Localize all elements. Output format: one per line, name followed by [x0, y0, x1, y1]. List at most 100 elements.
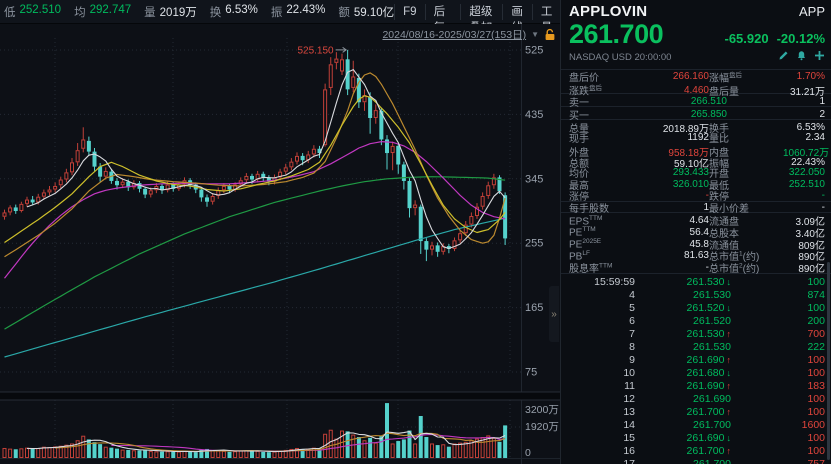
trade-time: 13: [569, 406, 635, 418]
svg-text:345: 345: [525, 173, 543, 185]
trade-volume: 100: [731, 432, 825, 444]
trade-row: 12261.690100: [561, 393, 831, 406]
trade-volume: 757: [731, 458, 825, 464]
stat-label: 额: [338, 4, 350, 20]
toolbar-item-0[interactable]: F9: [394, 4, 424, 20]
unlock-icon[interactable]: [544, 28, 556, 41]
stat-label: 振: [271, 4, 283, 20]
trade-volume: 222: [731, 341, 825, 353]
trade-row: 17261.700757: [561, 458, 831, 464]
trade-time: 9: [569, 354, 635, 366]
quote-value: 4.460: [631, 85, 709, 96]
trade-row: 15261.690↓100: [561, 432, 831, 445]
trade-volume: 100: [731, 276, 825, 288]
panel-collapse-handle[interactable]: »: [549, 286, 559, 342]
quote-row: EPSTTM4.64流通盘3.09亿: [561, 213, 831, 225]
volume-axis-label: 1920万: [525, 421, 559, 433]
date-range-label[interactable]: 2024/08/16-2025/03/27(153日): [382, 27, 526, 42]
stat-value: 292.747: [90, 4, 132, 20]
last-price: 261.700: [569, 19, 663, 50]
header-stat: 振22.43%: [271, 4, 326, 20]
quote-value: 81.63: [631, 250, 709, 261]
pane-splitter[interactable]: [0, 392, 560, 400]
time-and-sales-list[interactable]: 15:59:59261.530↓1004261.5308745261.520↓1…: [561, 273, 831, 464]
plus-icon[interactable]: [814, 48, 825, 66]
trade-price: 261.530↑: [635, 328, 731, 340]
stock-name: APPLOVIN: [569, 3, 647, 20]
trade-time: 15: [569, 432, 635, 444]
svg-text:525: 525: [525, 45, 543, 57]
trade-price: 261.690: [635, 393, 731, 405]
trade-volume: 100: [731, 406, 825, 418]
chevron-down-icon[interactable]: ▼: [531, 30, 539, 39]
quote-row: 外盘958.18万内盘1060.72万: [561, 144, 831, 156]
trade-volume: 874: [731, 289, 825, 301]
quote-row: PETTM56.4总股本3.40亿: [561, 225, 831, 237]
ask-row: 卖一266.5101: [561, 94, 831, 107]
stat-value: 6.53%: [225, 4, 258, 20]
kline-chart-area: 2024/08/16-2025/03/27(153日) ▼ 525.150 525…: [0, 24, 560, 464]
quote-row: PE2025E45.8流通值809亿: [561, 237, 831, 249]
kline-chart[interactable]: 525.150525435345255165753200万1920万0: [0, 24, 560, 464]
panel-scrollbar[interactable]: [827, 262, 830, 460]
price-change: -65.920: [724, 31, 768, 46]
quote-value: 293.433: [631, 167, 709, 178]
quote-label: 每手股数: [569, 200, 631, 215]
quote-value: 56.4: [631, 227, 709, 238]
trade-row: 11261.690↑183: [561, 380, 831, 393]
chart-top-bar: 低252.510均292.747量2019万换6.53%振22.43%额59.1…: [0, 0, 560, 24]
quote-value: -: [783, 202, 825, 213]
stock-ticker: APP: [799, 4, 825, 19]
trade-row: 6261.520200: [561, 315, 831, 328]
toolbar-item-1[interactable]: 后复权: [425, 4, 461, 20]
toolbar-item-4[interactable]: 工具: [532, 4, 562, 20]
toolbar-item-2[interactable]: 超级叠加: [460, 4, 502, 20]
exchange-currency-time: NASDAQ USD 20:00:00: [569, 52, 671, 63]
trade-volume: 183: [731, 380, 825, 392]
trade-price: 261.520: [635, 315, 731, 327]
trade-price: 261.520↓: [635, 302, 731, 314]
trade-time: 7: [569, 328, 635, 340]
quote-value: 326.010: [631, 179, 709, 190]
quote-row: 股息率TTM-总市值2(约)890亿: [561, 260, 831, 272]
toolbar-item-3[interactable]: 画线: [502, 4, 532, 20]
trade-price: 261.690↑: [635, 380, 731, 392]
stat-label: 均: [74, 4, 86, 20]
trade-price: 261.700↑: [635, 406, 731, 418]
stat-label: 低: [4, 4, 16, 20]
quote-value: 4.64: [631, 215, 709, 226]
trade-time: 15:59:59: [569, 276, 635, 288]
bell-icon[interactable]: [796, 48, 807, 66]
quote-row: 现手1192量比2.34: [561, 132, 831, 144]
quote-label: EPSTTM: [569, 215, 631, 227]
trade-volume: 100: [731, 302, 825, 314]
trade-volume: 100: [731, 367, 825, 379]
trade-volume: 100: [731, 393, 825, 405]
pencil-icon[interactable]: [778, 48, 789, 66]
trade-price: 261.530: [635, 341, 731, 353]
trade-volume: 100: [731, 445, 825, 457]
peak-price-label: 525.150: [297, 45, 334, 56]
quote-value: 1192: [631, 132, 709, 143]
trade-time: 11: [569, 380, 635, 392]
quote-label: PE2025E: [569, 238, 631, 250]
quote-value: 266.160: [631, 71, 709, 82]
volume-bars: [3, 403, 507, 458]
trade-price: 261.530: [635, 289, 731, 301]
trade-time: 12: [569, 393, 635, 405]
trade-price: 261.530↓: [635, 276, 731, 288]
trade-row: 16261.700↑100: [561, 445, 831, 458]
trade-row: 4261.530874: [561, 289, 831, 302]
trade-row: 14261.7001600: [561, 419, 831, 432]
quote-header-icons: [778, 48, 825, 66]
ask-row-price: 266.510: [609, 96, 727, 107]
quote-value: 322.050: [783, 167, 825, 178]
trade-price: 261.700↑: [635, 445, 731, 457]
quote-value: 890亿: [783, 260, 825, 275]
date-range-selector[interactable]: 2024/08/16-2025/03/27(153日) ▼: [382, 27, 556, 42]
stock-app-window: 低252.510均292.747量2019万换6.53%振22.43%额59.1…: [0, 0, 831, 464]
quote-row: 涨跌盘后4.460盘后量31.21万: [561, 83, 831, 95]
trade-row: 7261.530↑700: [561, 328, 831, 341]
trade-time: 17: [569, 458, 635, 464]
quote-header: APPLOVIN APP 261.700 -65.920 -20.12% NAS…: [561, 0, 831, 66]
